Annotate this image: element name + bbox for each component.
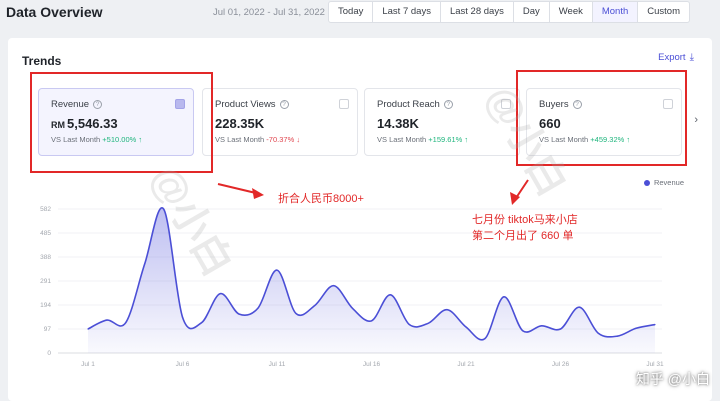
data-point[interactable]: [352, 307, 354, 310]
data-point[interactable]: [314, 304, 316, 307]
data-point[interactable]: [465, 326, 467, 328]
data-point[interactable]: [295, 312, 297, 315]
data-point[interactable]: [333, 285, 335, 287]
data-point[interactable]: [125, 321, 127, 324]
data-point[interactable]: [654, 323, 656, 326]
data-point[interactable]: [522, 330, 524, 332]
data-point[interactable]: [408, 323, 410, 326]
y-tick-label: 97: [44, 326, 52, 333]
x-tick-label: Jul 16: [363, 361, 381, 368]
x-tick-label: Jul 11: [269, 361, 286, 368]
data-point[interactable]: [503, 296, 505, 298]
data-point[interactable]: [200, 322, 202, 324]
y-tick-label: 194: [40, 302, 51, 309]
data-point[interactable]: [446, 309, 448, 311]
data-point[interactable]: [635, 327, 637, 329]
zhihu-watermark: 知乎 @小白: [635, 371, 710, 387]
data-point[interactable]: [181, 316, 184, 318]
data-point[interactable]: [144, 263, 146, 265]
x-tick-label: Jul 21: [457, 361, 475, 368]
y-tick-label: 388: [40, 254, 51, 261]
annotation-buyers-line2: 第二个月出了 660 单: [472, 230, 574, 242]
data-point[interactable]: [106, 319, 108, 321]
data-point[interactable]: [597, 332, 599, 334]
x-tick-label: Jul 26: [552, 361, 570, 368]
annotation-buyers-line1: 七月份 tiktok马来小店: [472, 214, 578, 226]
data-point[interactable]: [616, 335, 618, 337]
y-tick-label: 582: [40, 206, 51, 213]
data-point[interactable]: [238, 313, 240, 315]
data-point[interactable]: [163, 208, 165, 210]
data-point[interactable]: [484, 338, 486, 340]
y-tick-label: 485: [40, 230, 51, 237]
data-point[interactable]: [370, 320, 373, 322]
data-point[interactable]: [427, 322, 429, 324]
data-point[interactable]: [389, 294, 391, 296]
data-point[interactable]: [257, 307, 259, 309]
data-point[interactable]: [578, 306, 581, 308]
x-tick-label: Jul 31: [646, 361, 664, 368]
data-point[interactable]: [276, 269, 278, 271]
data-point[interactable]: [87, 328, 89, 330]
x-tick-label: Jul 6: [176, 361, 190, 368]
data-point[interactable]: [219, 293, 221, 295]
y-tick-label: 291: [40, 278, 51, 285]
y-tick-label: 0: [47, 350, 51, 357]
annotation-buyers: 七月份 tiktok马来小店 第二个月出了 660 单: [472, 212, 578, 244]
x-tick-label: Jul 1: [81, 361, 95, 368]
annotation-rmb: 折合人民币8000+: [278, 193, 364, 205]
data-point[interactable]: [559, 328, 562, 330]
data-point[interactable]: [541, 325, 543, 327]
